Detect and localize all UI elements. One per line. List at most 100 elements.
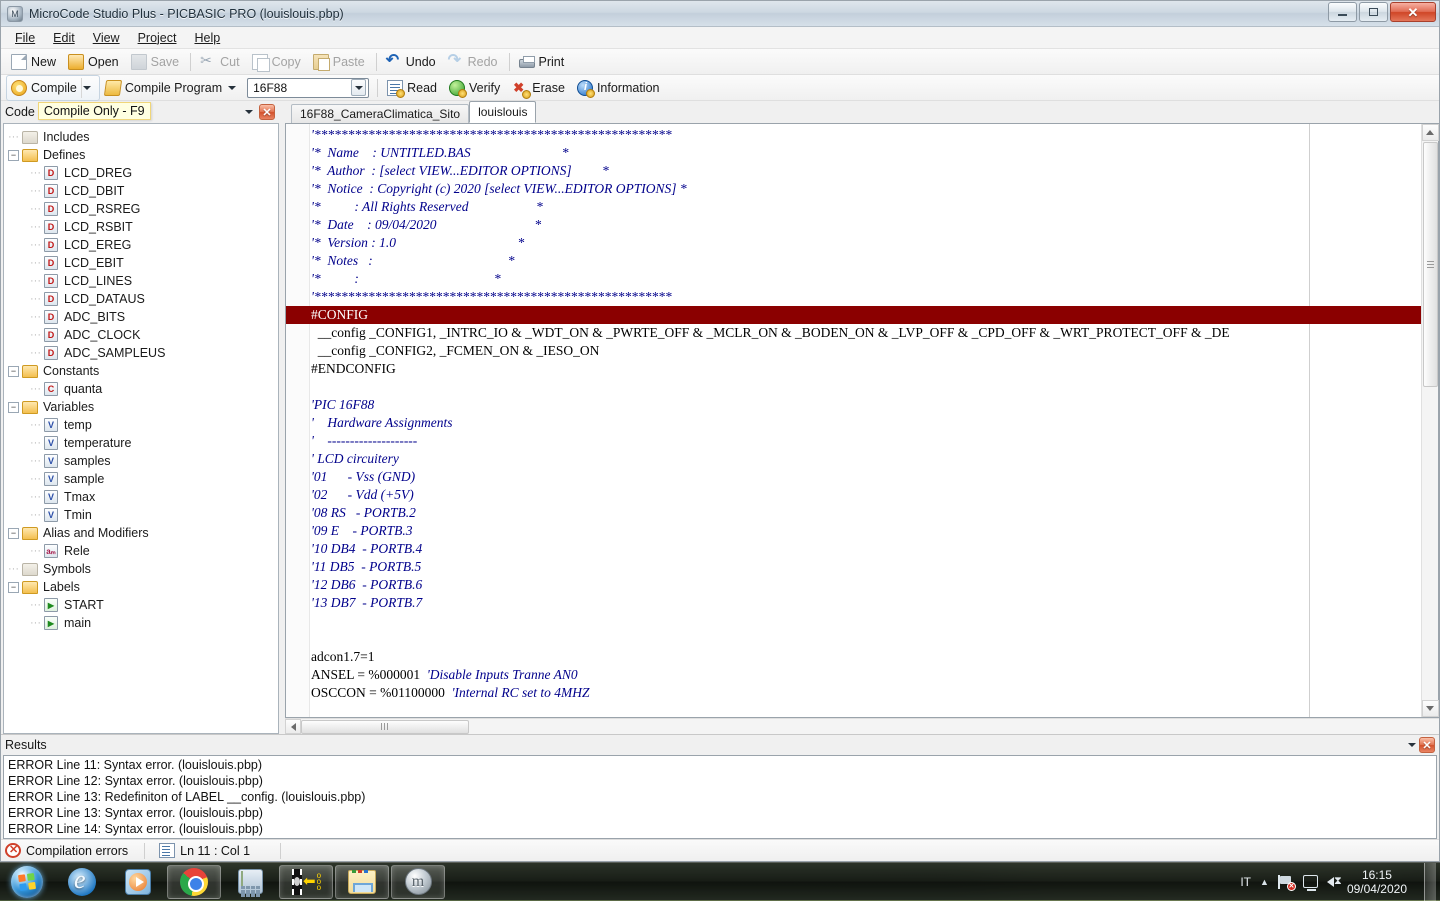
tree-item-symbols[interactable]: ···Symbols — [4, 560, 278, 578]
save-button[interactable]: Save — [126, 51, 187, 73]
code-area[interactable]: '***************************************… — [286, 124, 1421, 717]
taskbar-internet-explorer[interactable] — [55, 865, 109, 899]
tree-item-temp[interactable]: ···Vtemp — [4, 416, 278, 434]
menu-edit[interactable]: Edit — [45, 29, 83, 47]
tree-item-lcd-dbit[interactable]: ···DLCD_DBIT — [4, 182, 278, 200]
editor-horizontal-scrollbar[interactable] — [285, 718, 1439, 734]
read-button[interactable]: Read — [382, 77, 444, 99]
code-explorer-menu-arrow[interactable] — [242, 105, 256, 119]
tree-expander-icon[interactable]: − — [8, 366, 19, 377]
result-row[interactable]: ERROR Line 13: Syntax error. (louislouis… — [8, 805, 1432, 821]
device-select[interactable]: 16F88 — [247, 78, 369, 98]
tree-item-rele[interactable]: ···aₘRele — [4, 542, 278, 560]
erase-button[interactable]: Erase — [507, 77, 572, 99]
result-row[interactable]: ERROR Line 12: Syntax error. (louislouis… — [8, 773, 1432, 789]
taskbar-windows-media-player[interactable] — [111, 865, 165, 899]
copy-button[interactable]: Copy — [247, 51, 308, 73]
clock[interactable]: 16:15 09/04/2020 — [1343, 868, 1411, 896]
compile-program-button[interactable]: Compile Program — [100, 77, 243, 99]
menu-project[interactable]: Project — [130, 29, 185, 47]
tree-item-includes[interactable]: ···Includes — [4, 128, 278, 146]
tree-item-temperature[interactable]: ···Vtemperature — [4, 434, 278, 452]
tree-item-variables[interactable]: −Variables — [4, 398, 278, 416]
tree-item-label: ADC_CLOCK — [64, 328, 140, 342]
scroll-down-button[interactable] — [1422, 700, 1439, 717]
tree-item-tmax[interactable]: ···VTmax — [4, 488, 278, 506]
taskbar-google-chrome[interactable] — [167, 865, 221, 899]
taskbar-pic-programmer[interactable]: ⬅ooo — [279, 865, 333, 899]
code-explorer-tree[interactable]: ···Includes−Defines···DLCD_DREG···DLCD_D… — [3, 123, 279, 734]
code-explorer-close-icon[interactable]: ✕ — [259, 104, 275, 120]
compile-button[interactable]: Compile — [6, 75, 100, 101]
tree-item-constants[interactable]: −Constants — [4, 362, 278, 380]
show-desktop-button[interactable] — [1424, 863, 1436, 901]
code-text[interactable]: '***************************************… — [311, 126, 1421, 717]
results-list[interactable]: ERROR Line 11: Syntax error. (louislouis… — [3, 755, 1437, 839]
tree-expander-icon[interactable]: − — [8, 528, 19, 539]
result-row[interactable]: ERROR Line 14: Syntax error. (louislouis… — [8, 821, 1432, 837]
taskbar-windows-explorer[interactable] — [335, 865, 389, 899]
tree-item-tmin[interactable]: ···VTmin — [4, 506, 278, 524]
tree-item-adc-sampleus[interactable]: ···DADC_SAMPLEUS — [4, 344, 278, 362]
display-icon[interactable] — [1303, 875, 1318, 888]
paste-button[interactable]: Paste — [308, 51, 372, 73]
tree-item-lcd-rsreg[interactable]: ···DLCD_RSREG — [4, 200, 278, 218]
tree-item-lcd-ereg[interactable]: ···DLCD_EREG — [4, 236, 278, 254]
tree-item-lcd-lines[interactable]: ···DLCD_LINES — [4, 272, 278, 290]
result-row[interactable]: ERROR Line 13: Redefiniton of LABEL __co… — [8, 789, 1432, 805]
hscroll-thumb[interactable] — [301, 720, 469, 734]
taskbar-calculator[interactable] — [223, 865, 277, 899]
tree-item-lcd-rsbit[interactable]: ···DLCD_RSBIT — [4, 218, 278, 236]
results-menu-arrow[interactable] — [1405, 738, 1419, 752]
maximize-button[interactable] — [1359, 2, 1388, 22]
tree-item-defines[interactable]: −Defines — [4, 146, 278, 164]
print-button[interactable]: Print — [514, 52, 572, 72]
tree-item-lcd-ebit[interactable]: ···DLCD_EBIT — [4, 254, 278, 272]
start-button[interactable] — [0, 863, 54, 901]
undo-button[interactable]: Undo — [381, 51, 443, 73]
title-bar[interactable]: M MicroCode Studio Plus - PICBASIC PRO (… — [1, 1, 1439, 27]
tree-item-main[interactable]: ···main — [4, 614, 278, 632]
result-row[interactable]: ERROR Line 11: Syntax error. (louislouis… — [8, 757, 1432, 773]
new-button[interactable]: New — [6, 51, 63, 73]
tree-item-labels[interactable]: −Labels — [4, 578, 278, 596]
compile-dropdown-arrow[interactable] — [81, 78, 93, 98]
scroll-up-button[interactable] — [1422, 124, 1439, 141]
show-hidden-icons-icon[interactable]: ▲ — [1260, 877, 1269, 887]
code-explorer-panel: Code Compile Only - F9 ✕ ···Includes−Def… — [1, 101, 279, 734]
chevron-down-icon[interactable] — [351, 79, 366, 96]
tree-item-lcd-dreg[interactable]: ···DLCD_DREG — [4, 164, 278, 182]
taskbar-microcode-studio[interactable]: m — [391, 865, 445, 899]
tree-item-lcd-dataus[interactable]: ···DLCD_DATAUS — [4, 290, 278, 308]
tree-expander-icon[interactable]: − — [8, 150, 19, 161]
tree-item-alias-and-modifiers[interactable]: −Alias and Modifiers — [4, 524, 278, 542]
tab-16f88-cameraclimatica-sito[interactable]: 16F88_CameraClimatica_Sito — [291, 104, 469, 123]
editor-vertical-scrollbar[interactable] — [1421, 124, 1438, 717]
menu-help[interactable]: Help — [186, 29, 228, 47]
menu-file[interactable]: File — [7, 29, 43, 47]
information-button[interactable]: Information — [572, 77, 667, 99]
minimize-button[interactable] — [1328, 2, 1357, 22]
scroll-thumb[interactable] — [1423, 142, 1438, 387]
verify-button[interactable]: Verify — [444, 77, 507, 99]
network-error-icon[interactable]: ✕ — [1278, 875, 1294, 889]
scroll-left-button[interactable] — [285, 719, 301, 734]
volume-icon[interactable] — [1327, 877, 1334, 887]
results-close-icon[interactable]: ✕ — [1419, 737, 1435, 753]
tree-expander-icon[interactable]: − — [8, 582, 19, 593]
tree-item-adc-bits[interactable]: ···DADC_BITS — [4, 308, 278, 326]
tree-item-start[interactable]: ···START — [4, 596, 278, 614]
tab-louislouis[interactable]: louislouis — [469, 101, 536, 123]
tree-item-quanta[interactable]: ···Cquanta — [4, 380, 278, 398]
tree-item-samples[interactable]: ···Vsamples — [4, 452, 278, 470]
tree-item-adc-clock[interactable]: ···DADC_CLOCK — [4, 326, 278, 344]
tree-item-sample[interactable]: ···Vsample — [4, 470, 278, 488]
tree-expander-icon[interactable]: − — [8, 402, 19, 413]
open-button[interactable]: Open — [63, 51, 126, 73]
compile-program-dropdown-arrow[interactable] — [228, 86, 236, 90]
close-button[interactable]: ✕ — [1390, 2, 1436, 22]
language-indicator[interactable]: IT — [1240, 875, 1251, 889]
cut-button[interactable]: Cut — [195, 51, 246, 73]
menu-view[interactable]: View — [85, 29, 128, 47]
redo-button[interactable]: Redo — [443, 51, 505, 73]
